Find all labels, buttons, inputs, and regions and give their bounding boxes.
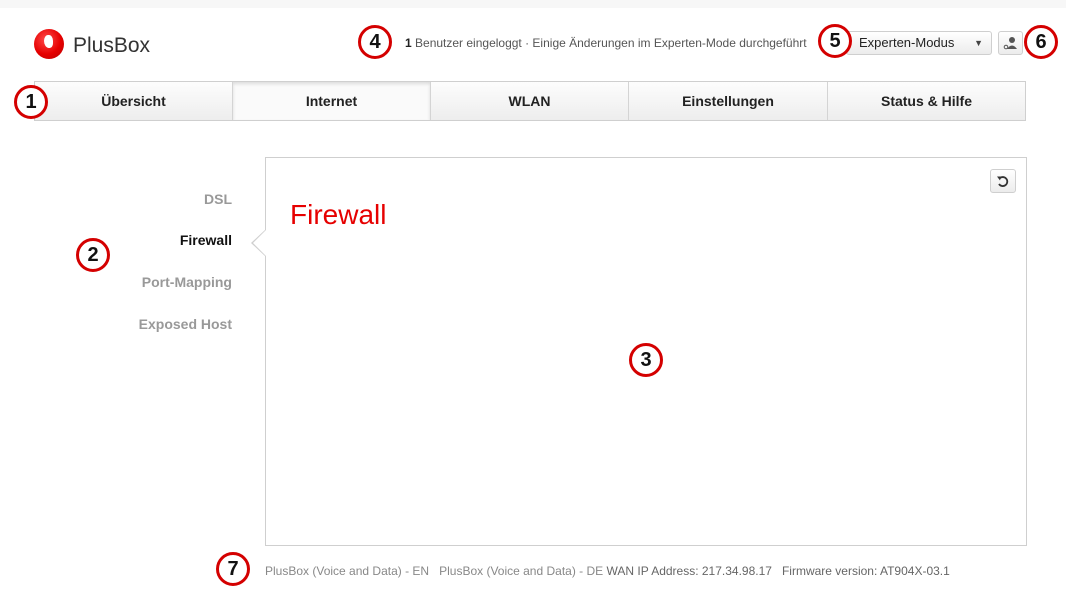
callout-marker-7: 7 (216, 552, 250, 586)
tab-status-hilfe[interactable]: Status & Hilfe (828, 82, 1025, 120)
tab-uebersicht[interactable]: Übersicht (35, 82, 233, 120)
mode-select-value: Experten-Modus (859, 35, 955, 50)
login-status: 1 Benutzer eingeloggt · Einige Änderunge… (405, 35, 810, 51)
callout-marker-5: 5 (818, 24, 852, 58)
page: PlusBox 1 Benutzer eingeloggt · Einige Ä… (0, 0, 1066, 595)
footer: PlusBox (Voice and Data) - EN PlusBox (V… (265, 564, 1045, 579)
refresh-icon (997, 176, 1009, 187)
footer-link-en[interactable]: PlusBox (Voice and Data) - EN (265, 564, 429, 578)
user-icon (1003, 37, 1017, 50)
refresh-button[interactable] (990, 169, 1016, 193)
tab-wlan[interactable]: WLAN (431, 82, 629, 120)
vodafone-logo-icon (34, 29, 64, 59)
logo-mark (44, 35, 53, 48)
tab-internet[interactable]: Internet (233, 82, 431, 120)
panel-pointer-inner (253, 230, 266, 256)
brand-name: PlusBox (73, 34, 151, 57)
wan-ip: WAN IP Address: 217.34.98.17 (606, 564, 772, 578)
chevron-down-icon: ▼ (974, 38, 983, 48)
callout-marker-2: 2 (76, 238, 110, 272)
user-button[interactable] (998, 31, 1023, 55)
login-status-text: Benutzer eingeloggt · Einige Änderungen … (411, 36, 807, 50)
callout-marker-1: 1 (14, 85, 48, 119)
main-nav: Übersicht Internet WLAN Einstellungen St… (34, 81, 1026, 121)
firmware-version: Firmware version: AT904X-03.1 (781, 564, 950, 578)
top-strip (0, 0, 1066, 8)
sidebar-item-exposed-host[interactable]: Exposed Host (139, 316, 232, 332)
sidebar-item-firewall[interactable]: Firewall (180, 232, 232, 248)
tab-einstellungen[interactable]: Einstellungen (629, 82, 828, 120)
sidebar-item-port-mapping[interactable]: Port-Mapping (142, 274, 232, 290)
callout-marker-4: 4 (358, 25, 392, 59)
page-title: Firewall (290, 199, 387, 230)
user-count: 1 (405, 36, 412, 50)
sidebar-item-dsl[interactable]: DSL (204, 191, 232, 207)
callout-marker-6: 6 (1024, 25, 1058, 59)
callout-marker-3: 3 (629, 343, 663, 377)
mode-select[interactable]: Experten-Modus ▼ (846, 31, 992, 55)
footer-link-de[interactable]: PlusBox (Voice and Data) - DE (439, 564, 603, 578)
